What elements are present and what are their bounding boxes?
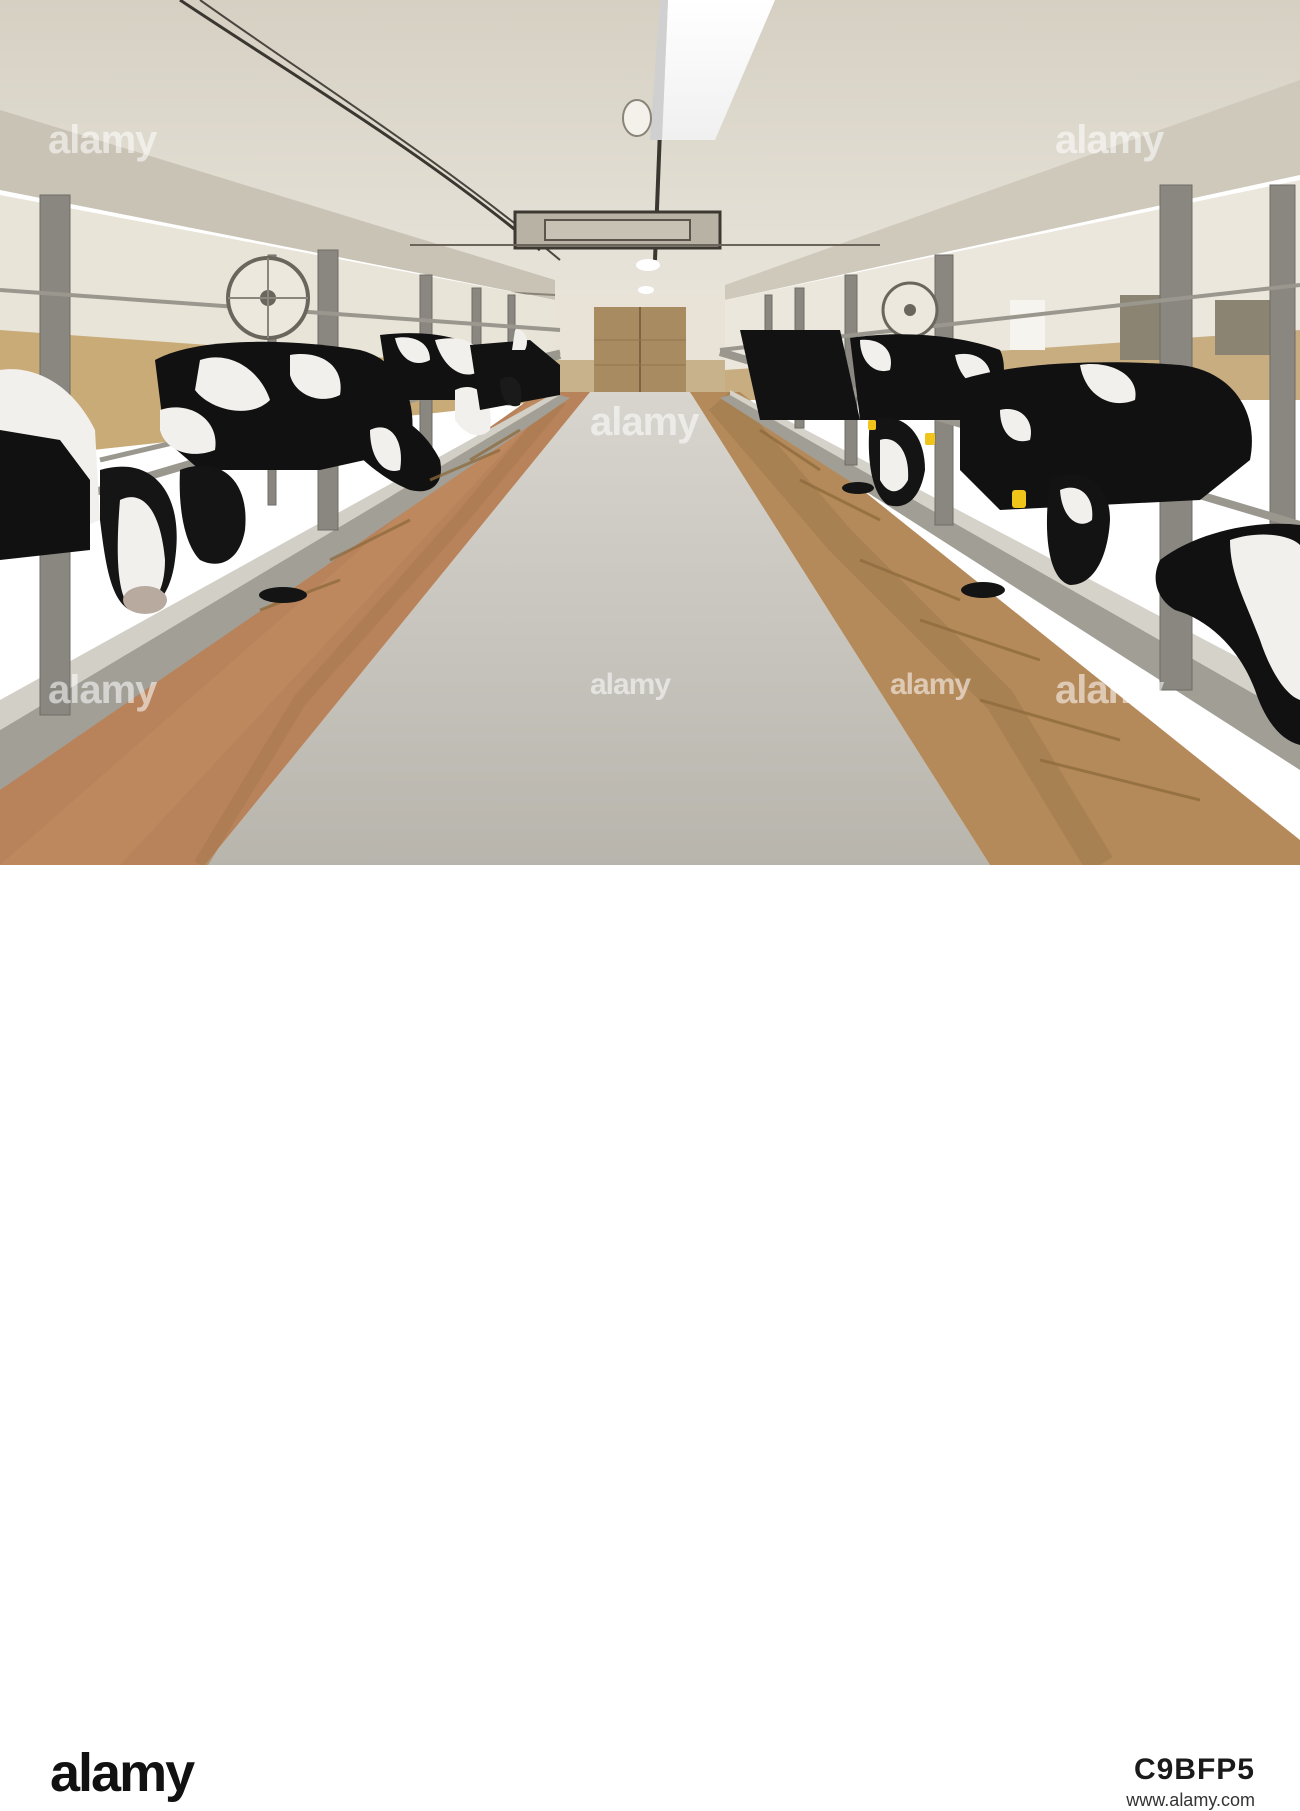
back-wall <box>555 295 725 395</box>
logo-text: alamy <box>50 1745 195 1803</box>
alamy-logo: alamy <box>50 1745 197 1803</box>
site-url[interactable]: www.alamy.com <box>1126 1790 1255 1811</box>
barn-photo: alamy alamy alamy alamy alamy alamy alam… <box>0 0 1300 865</box>
wall-fan-right <box>881 281 939 339</box>
image-id: C9BFP5 <box>1133 1753 1255 1786</box>
wall-fan-left <box>226 256 310 340</box>
stock-footer: alamy C9BFP5 www.alamy.com <box>0 865 1300 1810</box>
